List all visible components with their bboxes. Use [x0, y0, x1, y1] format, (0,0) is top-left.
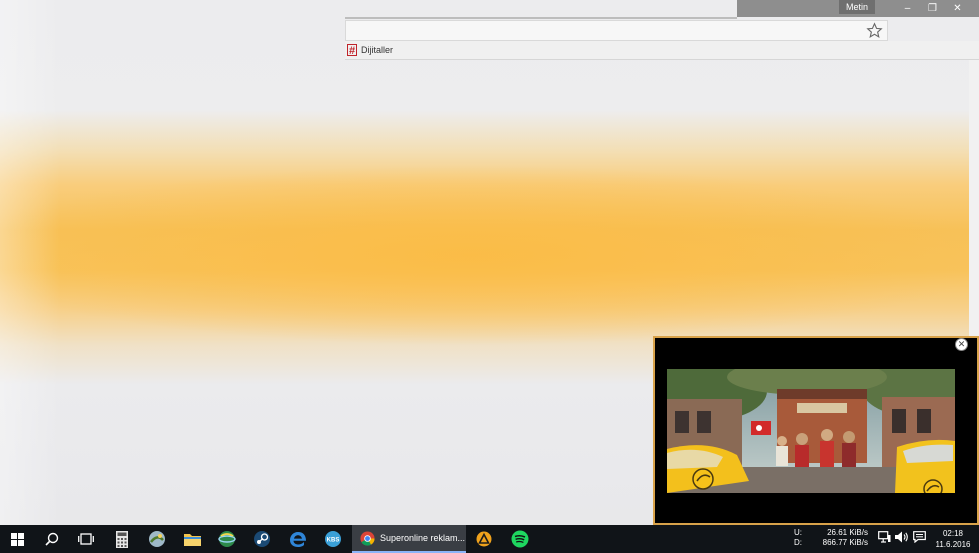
hash-favicon-icon: # [347, 44, 357, 57]
minimize-button[interactable]: – [895, 0, 920, 17]
taskbar-clock[interactable]: 02:18 11.6.2016 [932, 528, 974, 550]
restore-button[interactable]: ❐ [920, 0, 945, 17]
photo-viewer-icon[interactable] [140, 525, 174, 553]
background-fade [0, 0, 60, 525]
address-bar[interactable] [345, 20, 888, 41]
close-window-button[interactable]: ✕ [945, 0, 970, 17]
file-explorer-icon[interactable] [175, 525, 209, 553]
taskbar: KBS Superonline reklam... U: 26.61 KiB/s… [0, 525, 979, 553]
aimp-icon[interactable] [467, 525, 501, 553]
task-view-icon[interactable] [69, 525, 103, 553]
chrome-icon [360, 530, 375, 546]
download-value: 866.77 KiB/s [822, 538, 868, 547]
search-icon[interactable] [35, 525, 69, 553]
action-center-icon[interactable] [913, 531, 926, 543]
bookmark-label: Dijitaller [361, 45, 394, 55]
bookmarks-bar: # Dijitaller [345, 41, 979, 60]
video-ad-popup: ✕ [653, 336, 979, 525]
network-speed-meter: U: 26.61 KiB/s D: 866.77 KiB/s [794, 528, 868, 548]
video-player[interactable] [667, 369, 955, 493]
windows-start-icon[interactable] [0, 525, 34, 553]
network-icon[interactable] [878, 531, 891, 543]
video-frame-icon [667, 369, 955, 493]
calculator-icon[interactable] [105, 525, 139, 553]
chrome-taskbar-button[interactable]: Superonline reklam... [352, 525, 466, 553]
network-globe-icon[interactable] [210, 525, 244, 553]
upload-label: U: [794, 528, 802, 537]
volume-icon[interactable] [895, 531, 909, 543]
clock-time: 02:18 [942, 529, 964, 538]
tab-strip-edge [345, 17, 737, 19]
profile-button[interactable]: Metin [839, 0, 876, 14]
svg-text:KBS: KBS [327, 538, 340, 544]
spotify-icon[interactable] [503, 525, 537, 553]
clock-date: 11.6.2016 [935, 540, 971, 549]
popup-close-button[interactable]: ✕ [955, 338, 968, 351]
steam-icon[interactable] [245, 525, 279, 553]
system-tray [878, 531, 926, 543]
upload-value: 26.61 KiB/s [827, 528, 868, 537]
download-label: D: [794, 538, 802, 547]
bookmark-star-icon[interactable] [866, 22, 883, 39]
active-task-label: Superonline reklam... [380, 533, 466, 543]
edge-icon[interactable] [281, 525, 315, 553]
kbs-app-icon[interactable]: KBS [316, 525, 350, 553]
bookmark-dijitaller[interactable]: # Dijitaller [347, 43, 399, 57]
